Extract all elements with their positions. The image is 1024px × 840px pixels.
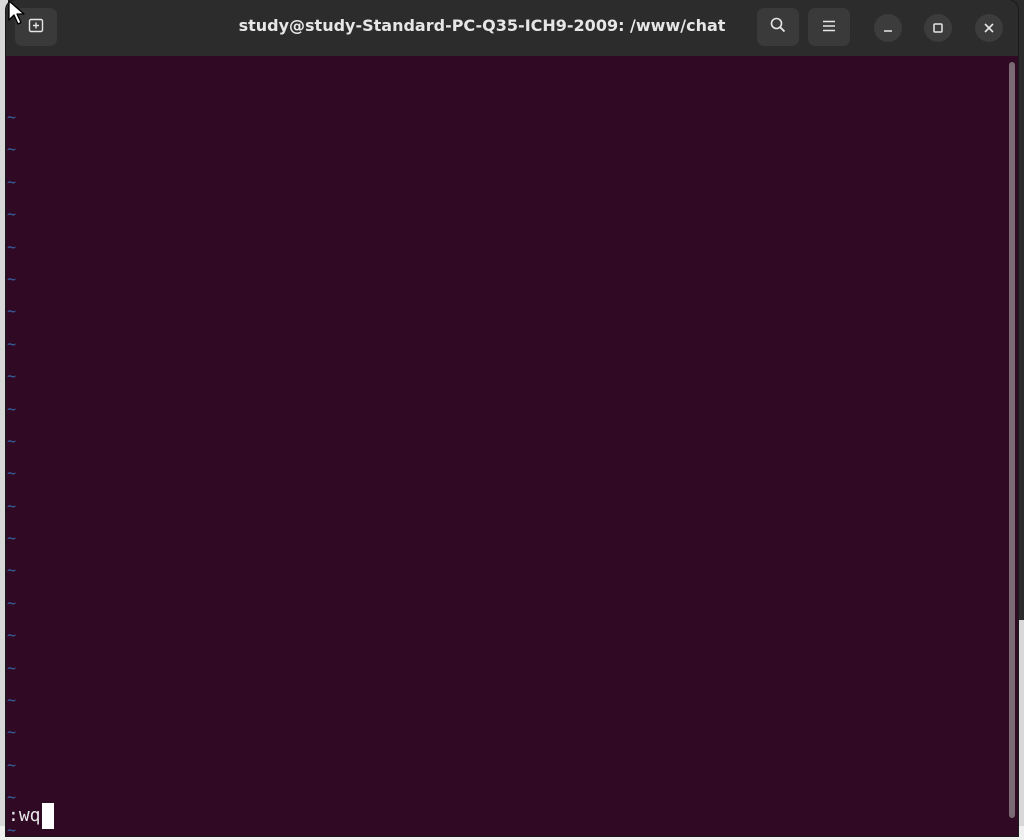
close-button[interactable] — [975, 14, 1003, 42]
vim-tilde-line: ~ — [7, 464, 17, 483]
vim-empty-lines: ~ ~ ~ ~ ~ ~ ~ ~ ~ ~ ~ ~ ~ ~ ~ ~ ~ ~ ~ ~ ~ ~ ~ — [7, 101, 21, 836]
vim-tilde-line: ~ — [7, 691, 17, 710]
scrollbar[interactable] — [1009, 62, 1015, 818]
window-title: study@study-Standard-PC-Q35-ICH9-2009: /… — [238, 16, 726, 35]
maximize-icon — [932, 19, 944, 38]
vim-tilde-line: ~ — [7, 723, 17, 742]
maximize-button[interactable] — [924, 14, 952, 42]
background-window-edge-right — [1018, 620, 1024, 840]
vim-tilde-line: ~ — [7, 529, 17, 548]
vim-tilde-line: ~ — [7, 626, 17, 645]
terminal-area[interactable]: ~ ~ ~ ~ ~ ~ ~ ~ ~ ~ ~ ~ ~ ~ ~ ~ ~ ~ ~ ~ ~ ~ ~ :wq — [6, 56, 1018, 836]
new-tab-icon — [27, 16, 45, 38]
vim-tilde-line: ~ — [7, 269, 17, 288]
minimize-button[interactable] — [874, 14, 902, 42]
title-bar[interactable]: study@study-Standard-PC-Q35-ICH9-2009: /… — [6, 0, 1018, 56]
command-text: :wq — [8, 805, 41, 826]
vim-tilde-line: ~ — [7, 172, 17, 191]
vim-tilde-line: ~ — [7, 593, 17, 612]
terminal-window: study@study-Standard-PC-Q35-ICH9-2009: /… — [6, 0, 1018, 836]
vim-tilde-line: ~ — [7, 334, 17, 353]
vim-tilde-line: ~ — [7, 399, 17, 418]
vim-tilde-line: ~ — [7, 658, 17, 677]
vim-tilde-line: ~ — [7, 140, 17, 159]
hamburger-menu-icon — [821, 18, 837, 37]
vim-tilde-line: ~ — [7, 561, 17, 580]
mouse-pointer-icon — [8, 0, 26, 26]
text-cursor — [41, 803, 54, 829]
vim-tilde-line: ~ — [7, 367, 17, 386]
vim-tilde-line: ~ — [7, 108, 17, 126]
menu-button[interactable] — [808, 8, 850, 46]
search-icon — [769, 16, 787, 38]
vim-command-line[interactable]: :wq — [8, 802, 54, 830]
vim-tilde-line: ~ — [7, 431, 17, 450]
vim-tilde-line: ~ — [7, 237, 17, 256]
vim-tilde-line: ~ — [7, 496, 17, 515]
close-icon — [983, 19, 995, 38]
vim-tilde-line: ~ — [7, 302, 17, 321]
minimize-icon — [882, 19, 894, 38]
vim-tilde-line: ~ — [7, 755, 17, 774]
vim-tilde-line: ~ — [7, 205, 17, 224]
search-button[interactable] — [757, 8, 799, 46]
